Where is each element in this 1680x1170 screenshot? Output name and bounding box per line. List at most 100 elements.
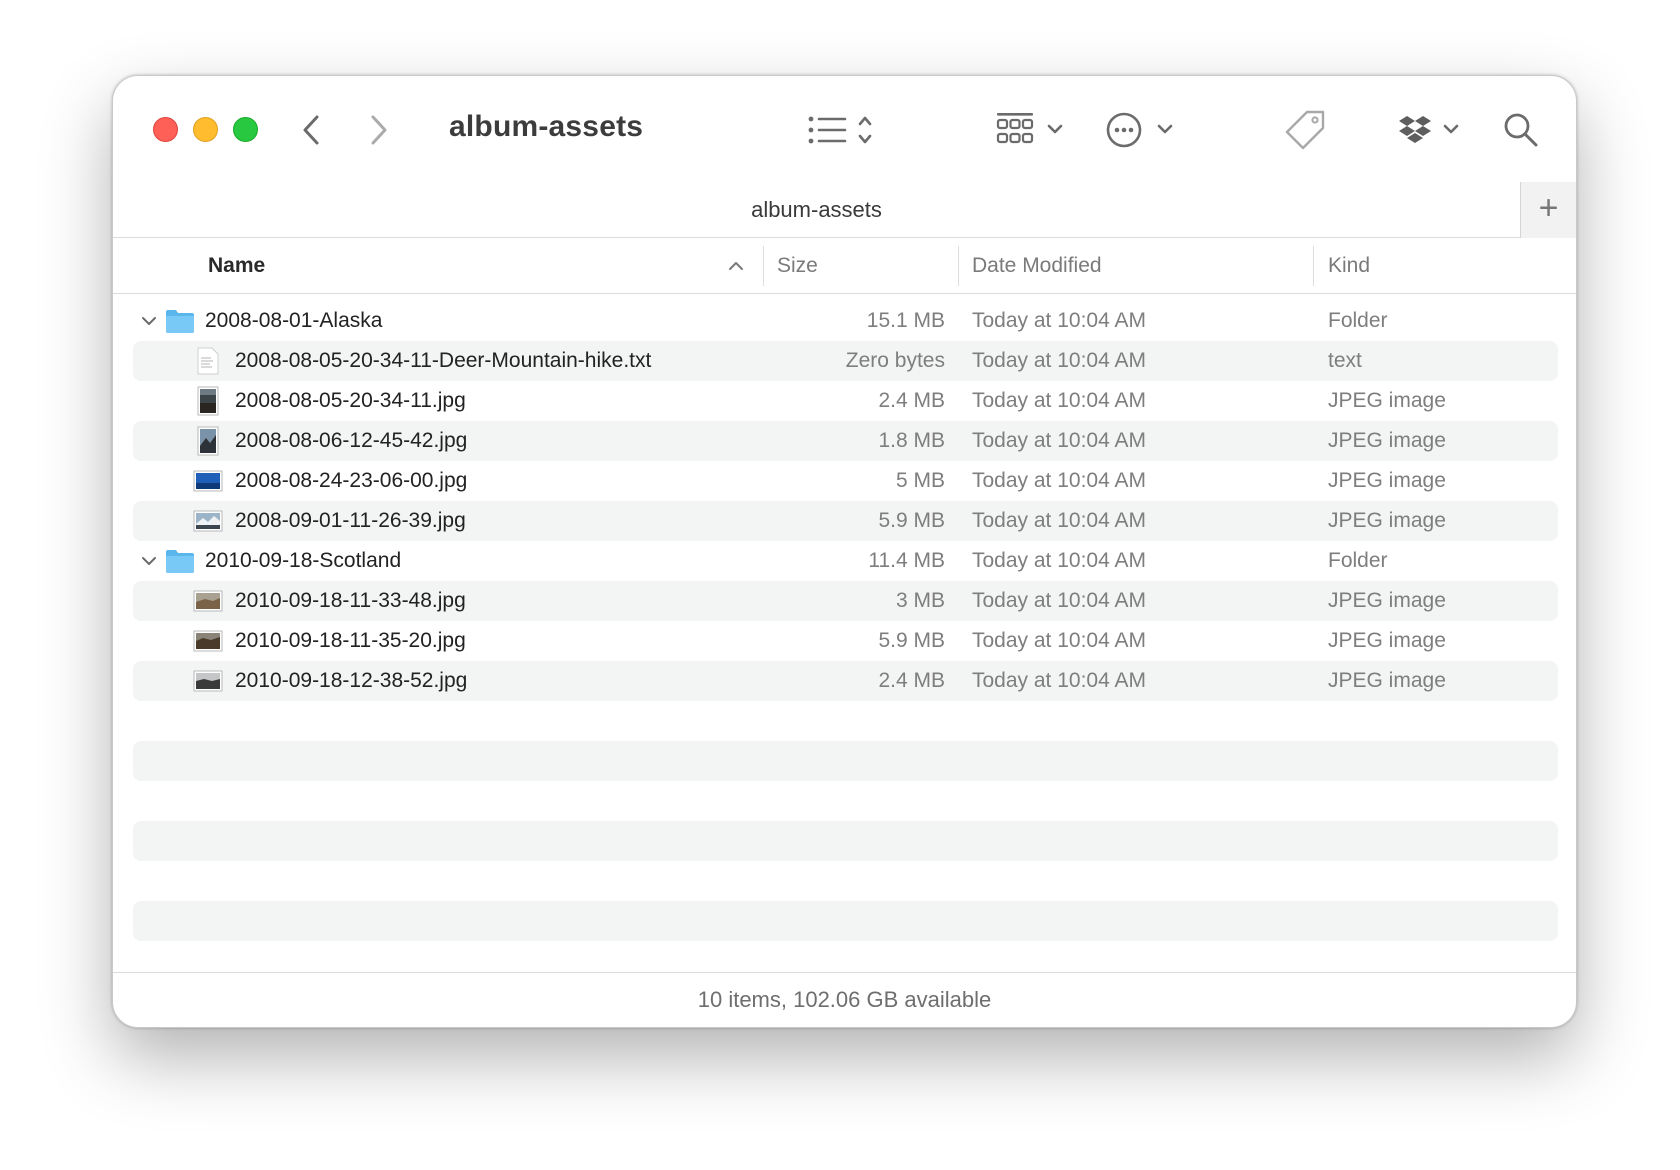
ellipsis-circle-icon [1106,112,1173,148]
file-date: Today at 10:04 AM [972,629,1146,652]
file-name: 2008-08-05-20-34-11.jpg [235,389,466,412]
magnifying-glass-icon [1504,113,1538,147]
image-file-icon [193,470,223,492]
empty-row [133,741,1558,781]
add-tab-button[interactable]: + [1520,182,1576,238]
dropbox-button[interactable] [1395,108,1471,152]
file-date: Today at 10:04 AM [972,349,1146,372]
file-date: Today at 10:04 AM [972,389,1146,412]
file-size: 5.9 MB [878,509,945,532]
file-size: Zero bytes [845,349,945,372]
file-name: 2008-08-06-12-45-42.jpg [235,429,468,452]
file-kind: JPEG image [1328,469,1446,492]
back-button[interactable] [291,110,331,150]
path-bar: album-assets + [113,182,1576,238]
finder-window: album-assets album-assets + Name Size Da… [112,75,1577,1028]
action-button[interactable] [1103,108,1183,152]
file-name: 2010-09-18-12-38-52.jpg [235,669,468,692]
file-date: Today at 10:04 AM [972,309,1146,332]
window-title: album-assets [449,110,644,143]
file-name: 2010-09-18-11-35-20.jpg [235,629,466,652]
file-date: Today at 10:04 AM [972,469,1146,492]
empty-row [133,821,1558,861]
path-title: album-assets [751,197,882,222]
file-date: Today at 10:04 AM [972,549,1146,572]
disclosure-expanded-icon[interactable] [139,311,159,331]
chevron-right-icon [371,115,387,145]
image-file-icon [193,590,223,612]
file-row[interactable]: 2010-09-18-11-33-48.jpg 3 MB Today at 10… [133,581,1558,621]
image-file-icon [197,426,219,456]
file-row[interactable]: 2008-08-06-12-45-42.jpg 1.8 MB Today at … [133,421,1558,461]
column-separator[interactable] [1313,246,1314,286]
file-row[interactable]: 2008-09-01-11-26-39.jpg 5.9 MB Today at … [133,501,1558,541]
text-file-icon [197,347,219,375]
column-header: Name Size Date Modified Kind [113,238,1576,294]
list-view-icon [808,116,872,144]
file-row[interactable]: 2008-08-05-20-34-11.jpg 2.4 MB Today at … [133,381,1558,421]
file-size: 15.1 MB [866,309,945,332]
file-name: 2008-09-01-11-26-39.jpg [235,509,466,532]
file-kind: JPEG image [1328,589,1446,612]
file-date: Today at 10:04 AM [972,429,1146,452]
file-name: 2008-08-05-20-34-11-Deer-Mountain-hike.t… [235,349,652,372]
file-kind: text [1328,349,1362,372]
file-size: 11.4 MB [868,549,945,572]
close-button[interactable] [153,117,178,142]
file-name: 2010-09-18-11-33-48.jpg [235,589,466,612]
file-row[interactable]: 2008-08-05-20-34-11-Deer-Mountain-hike.t… [133,341,1558,381]
file-size: 1.8 MB [878,429,945,452]
file-size: 2.4 MB [878,389,945,412]
folder-row[interactable]: 2010-09-18-Scotland 11.4 MB Today at 10:… [133,541,1558,581]
file-name: 2010-09-18-Scotland [205,549,402,572]
dropbox-icon [1399,116,1459,143]
image-file-icon [193,630,223,652]
file-date: Today at 10:04 AM [972,509,1146,532]
folder-row[interactable]: 2008-08-01-Alaska 15.1 MB Today at 10:04… [133,301,1558,341]
chevron-left-icon [303,115,319,145]
column-size[interactable]: Size [777,238,818,294]
file-kind: JPEG image [1328,629,1446,652]
column-separator[interactable] [763,246,764,286]
file-kind: JPEG image [1328,429,1446,452]
tag-icon [1285,110,1325,150]
column-separator[interactable] [958,246,959,286]
empty-row [133,901,1558,941]
file-kind: JPEG image [1328,509,1446,532]
image-file-icon [193,670,223,692]
file-row[interactable]: 2010-09-18-12-38-52.jpg 2.4 MB Today at … [133,661,1558,701]
column-name[interactable]: Name [208,238,265,294]
view-mode-button[interactable] [803,108,883,152]
tag-button[interactable] [1281,106,1329,154]
file-size: 5.9 MB [878,629,945,652]
column-date-modified[interactable]: Date Modified [972,238,1102,294]
column-kind[interactable]: Kind [1328,238,1370,294]
toolbar: album-assets [113,76,1576,182]
file-kind: JPEG image [1328,669,1446,692]
sort-ascending-icon [729,262,743,270]
disclosure-expanded-icon[interactable] [139,551,159,571]
minimize-button[interactable] [193,117,218,142]
file-size: 5 MB [895,469,945,492]
file-name: 2008-08-01-Alaska [205,309,383,332]
file-row[interactable]: 2010-09-18-11-35-20.jpg 5.9 MB Today at … [133,621,1558,661]
file-date: Today at 10:04 AM [972,669,1146,692]
file-kind: Folder [1328,309,1388,332]
file-size: 3 MB [895,589,945,612]
grid-group-icon [996,113,1063,144]
status-bar: 10 items, 102.06 GB available [113,972,1576,1027]
file-row[interactable]: 2008-08-24-23-06-00.jpg 5 MB Today at 10… [133,461,1558,501]
file-date: Today at 10:04 AM [972,589,1146,612]
image-file-icon [197,386,219,416]
search-button[interactable] [1497,106,1545,154]
file-kind: Folder [1328,549,1388,572]
file-kind: JPEG image [1328,389,1446,412]
image-file-icon [193,510,223,532]
file-name: 2008-08-24-23-06-00.jpg [235,469,468,492]
zoom-button[interactable] [233,117,258,142]
forward-button[interactable] [359,110,399,150]
group-button[interactable] [991,108,1071,152]
folder-icon [166,310,194,333]
file-size: 2.4 MB [878,669,945,692]
folder-icon [166,550,194,573]
